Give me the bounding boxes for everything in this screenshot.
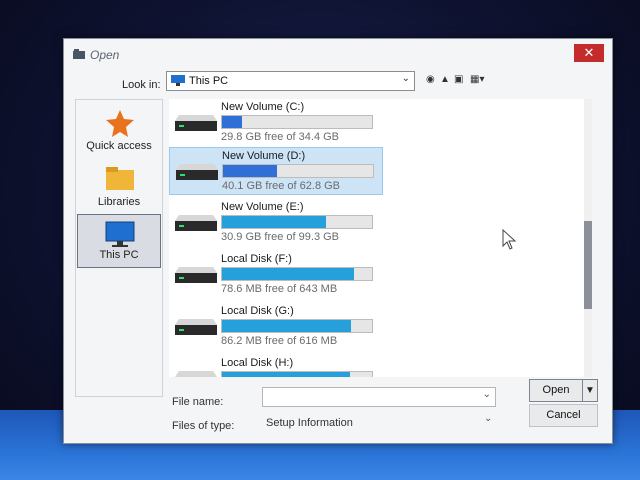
lookin-value: This PC xyxy=(189,75,229,87)
drive-usage-fill xyxy=(222,320,351,332)
place-this-pc[interactable]: This PC xyxy=(77,214,161,268)
computer-icon xyxy=(105,221,135,247)
hard-drive-icon xyxy=(176,164,218,180)
up-folder-icon[interactable]: ▲ xyxy=(440,74,450,85)
cancel-button[interactable]: Cancel xyxy=(529,404,598,427)
vertical-scrollbar[interactable] xyxy=(584,99,592,377)
places-bar: Quick access Libraries This PC xyxy=(75,99,163,397)
drive-usage-fill xyxy=(222,268,354,280)
drive-name: Local Disk (F:) xyxy=(221,253,292,265)
drive-usage-bar xyxy=(221,115,373,129)
place-label: Libraries xyxy=(97,196,141,208)
open-dialog: Open ✕ Look in: This PC ⌄ ◉ ▲ ▣ ▦▾ Quick… xyxy=(63,38,613,444)
window-title: Open xyxy=(90,48,120,62)
hard-drive-icon xyxy=(175,319,217,335)
filetype-select[interactable]: Setup Information xyxy=(266,417,353,429)
scrollbar-thumb[interactable] xyxy=(584,221,592,309)
drive-free-space: 86.2 MB free of 616 MB xyxy=(221,335,338,347)
drive-usage-bar xyxy=(221,371,373,377)
hard-drive-icon xyxy=(175,215,217,231)
star-icon xyxy=(106,110,134,137)
chevron-down-icon[interactable]: ⌄ xyxy=(483,389,491,400)
computer-icon xyxy=(171,75,185,86)
close-button[interactable]: ✕ xyxy=(574,44,604,62)
close-icon: ✕ xyxy=(583,45,595,60)
open-icon xyxy=(73,49,85,59)
chevron-down-icon[interactable]: ⌄ xyxy=(484,413,492,424)
drive-free-space: 78.6 MB free of 643 MB xyxy=(221,283,338,295)
drive-list[interactable]: New Volume (C:) 29.8 GB free of 34.4 GB … xyxy=(169,99,589,377)
lookin-dropdown[interactable]: This PC ⌄ xyxy=(166,71,415,91)
new-folder-icon[interactable]: ▣ xyxy=(454,74,463,85)
drive-name: New Volume (D:) xyxy=(222,150,306,162)
hard-drive-icon xyxy=(175,371,217,377)
filetype-label: Files of type: xyxy=(172,420,235,432)
drive-item[interactable]: Local Disk (H:) xyxy=(169,355,381,377)
filename-input[interactable]: ⌄ xyxy=(262,387,496,407)
drive-free-space: 29.8 GB free of 34.4 GB xyxy=(221,131,340,143)
mouse-cursor-icon xyxy=(502,229,517,250)
drive-item[interactable]: Local Disk (F:) 78.6 MB free of 643 MB xyxy=(169,251,381,297)
place-label: This PC xyxy=(99,249,139,261)
place-quick-access[interactable]: Quick access xyxy=(78,102,160,158)
drive-usage-bar xyxy=(221,215,373,229)
drive-usage-fill xyxy=(222,216,326,228)
chevron-down-icon[interactable]: ⌄ xyxy=(402,73,410,84)
title-bar: Open ✕ xyxy=(64,39,612,69)
hard-drive-icon xyxy=(175,267,217,283)
drive-name: Local Disk (H:) xyxy=(221,357,294,369)
drive-usage-fill xyxy=(223,165,277,177)
caret-down-icon: ▼ xyxy=(585,385,595,396)
drive-item[interactable]: New Volume (E:) 30.9 GB free of 99.3 GB xyxy=(169,199,381,245)
drive-usage-bar xyxy=(222,164,374,178)
lookin-label: Look in: xyxy=(122,79,161,91)
filename-label: File name: xyxy=(172,396,224,408)
drive-usage-fill xyxy=(222,116,242,128)
drive-name: New Volume (C:) xyxy=(221,101,305,113)
drive-item[interactable]: New Volume (D:) 40.1 GB free of 62.8 GB xyxy=(169,147,383,195)
drive-free-space: 30.9 GB free of 99.3 GB xyxy=(221,231,340,243)
drive-item[interactable]: New Volume (C:) 29.8 GB free of 34.4 GB xyxy=(169,99,381,145)
place-label: Quick access xyxy=(86,140,152,152)
drive-usage-bar xyxy=(221,267,373,281)
hard-drive-icon xyxy=(175,115,217,131)
open-button[interactable]: Open xyxy=(529,379,583,402)
drive-name: New Volume (E:) xyxy=(221,201,304,213)
back-icon[interactable]: ◉ xyxy=(426,74,435,85)
drive-item[interactable]: Local Disk (G:) 86.2 MB free of 616 MB xyxy=(169,303,381,349)
dialog-toolbar: ◉ ▲ ▣ ▦▾ xyxy=(426,71,496,89)
drive-usage-fill xyxy=(222,372,350,377)
drive-free-space: 40.1 GB free of 62.8 GB xyxy=(222,180,341,192)
view-menu-icon[interactable]: ▦▾ xyxy=(470,74,484,85)
drive-usage-bar xyxy=(221,319,373,333)
place-libraries[interactable]: Libraries xyxy=(78,158,160,214)
drive-name: Local Disk (G:) xyxy=(221,305,294,317)
open-options-button[interactable]: ▼ xyxy=(582,379,598,402)
folder-icon xyxy=(106,167,134,190)
